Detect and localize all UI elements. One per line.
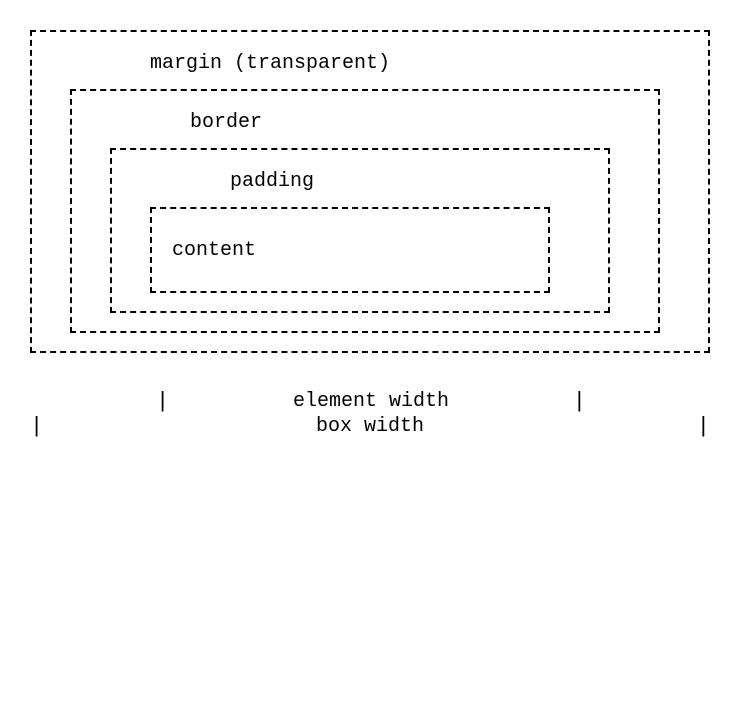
box-width-left-marker: | <box>30 414 43 439</box>
content-label: content <box>172 239 256 262</box>
element-width-label: element width <box>293 390 449 413</box>
element-width-left-marker: | <box>156 389 169 414</box>
border-box: border padding content <box>70 89 660 333</box>
padding-box: padding content <box>110 148 610 313</box>
element-width-row: | element width | <box>156 389 586 414</box>
box-width-label: box width <box>43 415 697 438</box>
content-box: content <box>150 207 550 293</box>
box-width-right-marker: | <box>697 414 710 439</box>
box-width-row: | box width | <box>30 414 710 439</box>
padding-label: padding <box>130 156 590 207</box>
margin-box: margin (transparent) border padding cont… <box>30 30 710 353</box>
margin-label: margin (transparent) <box>50 38 690 89</box>
width-markers: | element width | | box width | <box>30 389 712 449</box>
border-label: border <box>90 97 640 148</box>
element-width-right-marker: | <box>573 389 586 414</box>
